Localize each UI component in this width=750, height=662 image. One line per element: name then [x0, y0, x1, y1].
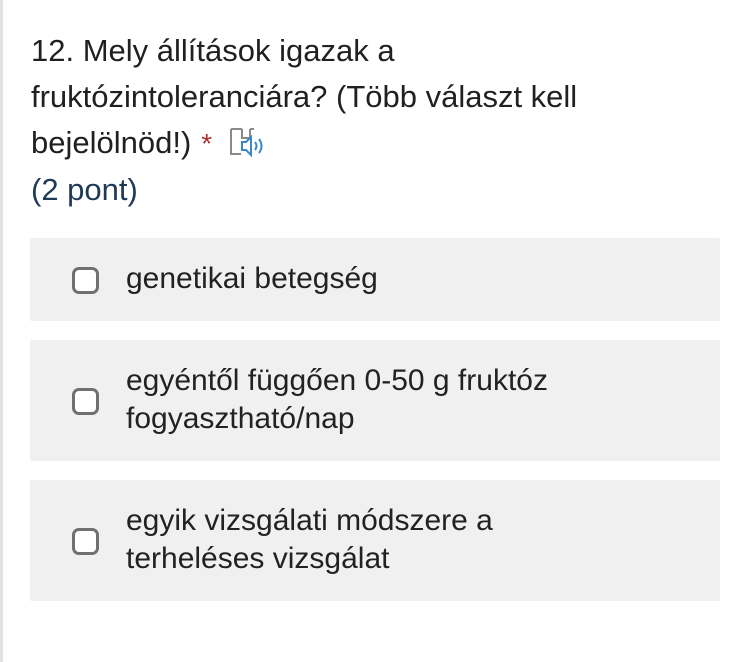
read-aloud-speaker-icon[interactable] — [228, 125, 268, 159]
answer-option-1[interactable]: genetikai betegség — [30, 238, 720, 321]
answer-option-2[interactable]: egyéntől függően 0-50 g fruktóz fogyaszt… — [30, 340, 720, 461]
question-title-line-1: 12. Mely állítások igazak a — [31, 33, 395, 68]
question-title-line-3: bejelölnöd!) — [31, 125, 192, 160]
question-title-line-2: fruktózintoleranciára? (Több választ kel… — [31, 79, 578, 114]
option-2-label-line-2: fogyasztható/nap — [126, 402, 355, 435]
option-1-label: genetikai betegség — [126, 260, 700, 298]
option-3-label: egyik vizsgálati módszere a terheléses v… — [126, 502, 700, 578]
answer-option-3[interactable]: egyik vizsgálati módszere a terheléses v… — [30, 480, 720, 601]
checkbox-option-1[interactable] — [72, 267, 99, 294]
option-3-label-line-1: egyik vizsgálati módszere a — [126, 504, 493, 537]
question-block: 12. Mely állítások igazak a fruktózintol… — [31, 28, 721, 213]
option-2-label-line-1: egyéntől függően 0-50 g fruktóz — [126, 364, 548, 397]
option-1-label-line-1: genetikai betegség — [126, 262, 378, 295]
option-3-label-line-2: terheléses vizsgálat — [126, 542, 390, 575]
option-2-label: egyéntől függően 0-50 g fruktóz fogyaszt… — [126, 362, 700, 438]
checkbox-option-3[interactable] — [72, 528, 99, 555]
page-left-border — [0, 0, 3, 662]
checkbox-option-2[interactable] — [72, 388, 99, 415]
question-points: (2 pont) — [31, 172, 138, 207]
required-marker: * — [201, 128, 213, 159]
